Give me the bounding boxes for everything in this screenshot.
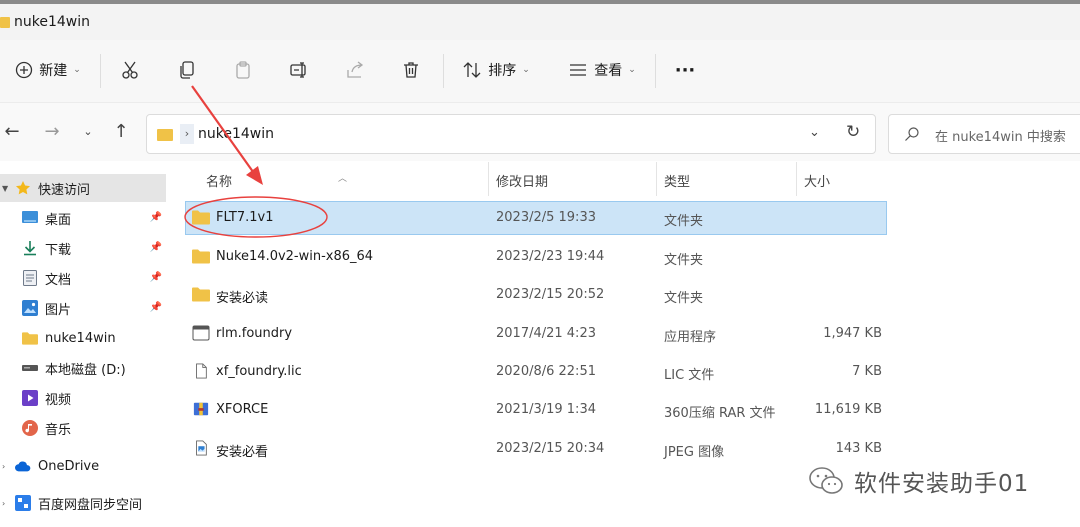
annotation-arrowhead	[246, 166, 263, 185]
annotation-overlay	[184, 85, 328, 238]
annotation-arrow	[191, 85, 257, 177]
wechat-icon	[809, 467, 843, 494]
watermark: 软件安装助手01	[808, 464, 1029, 498]
annotation-circle	[184, 196, 328, 238]
watermark-text: 软件安装助手01	[854, 471, 1030, 497]
